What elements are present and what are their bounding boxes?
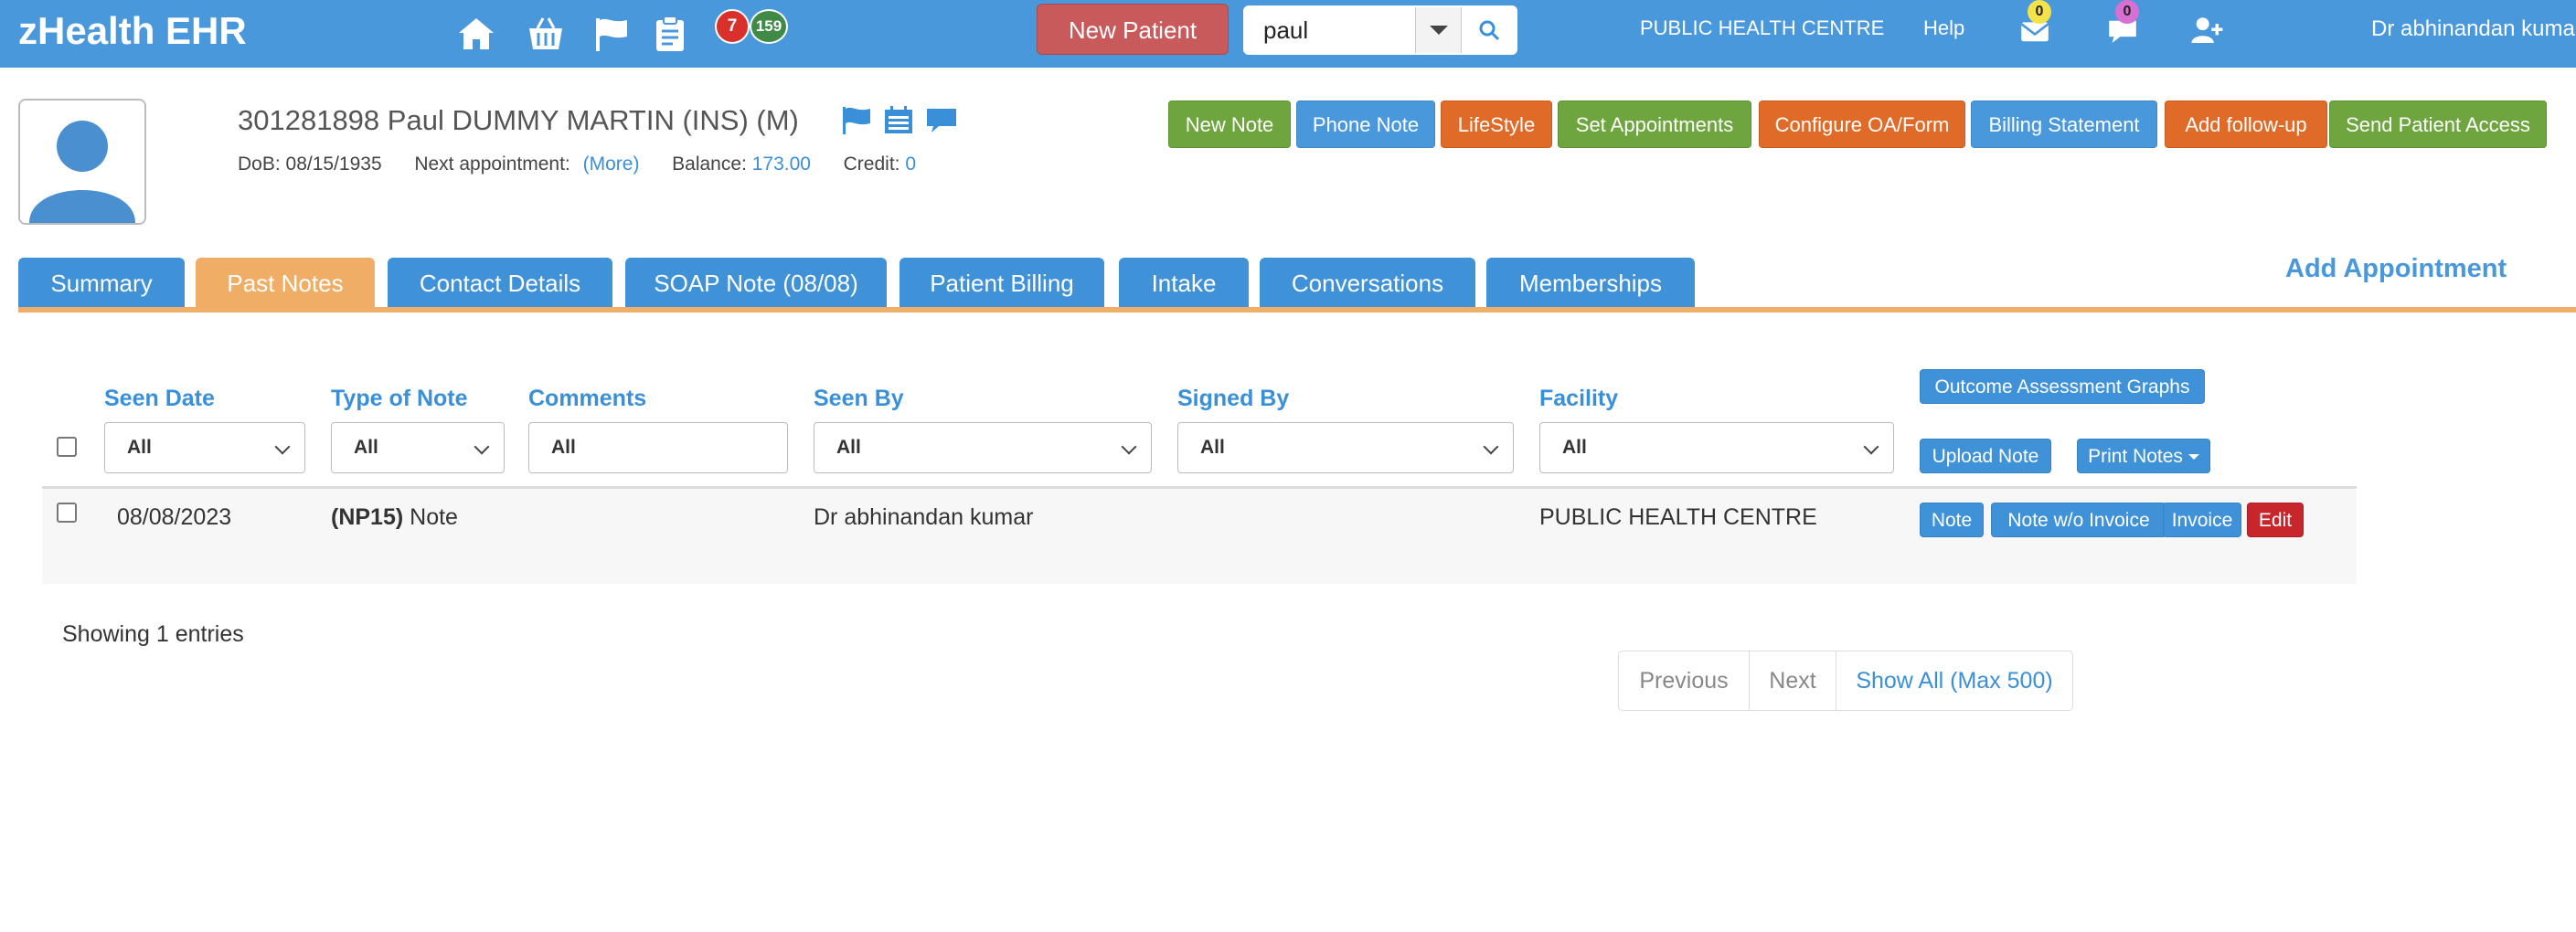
search-icon xyxy=(1479,20,1500,41)
upload-note-button[interactable]: Upload Note xyxy=(1920,439,2051,473)
seen-date-filter[interactable]: All xyxy=(104,422,305,473)
patient-avatar[interactable] xyxy=(18,99,146,225)
tab-memberships[interactable]: Memberships xyxy=(1486,258,1695,307)
balance-value[interactable]: 173.00 xyxy=(752,154,811,175)
add-follow-up-button[interactable]: Add follow-up xyxy=(2165,101,2327,148)
next-appointment-label: Next appointment: xyxy=(414,154,570,175)
billing-statement-button[interactable]: Billing Statement xyxy=(1971,101,2157,148)
patient-search xyxy=(1243,5,1517,55)
tab-underline xyxy=(18,307,2576,312)
search-options-dropdown[interactable] xyxy=(1415,7,1461,53)
app-brand[interactable]: zHealth EHR xyxy=(18,9,247,53)
help-link[interactable]: Help xyxy=(1923,16,1964,40)
add-appointment-link[interactable]: Add Appointment xyxy=(2285,254,2507,284)
column-signed-by[interactable]: Signed By xyxy=(1177,386,1289,412)
dob-value: 08/15/1935 xyxy=(285,154,382,175)
signed-by-filter[interactable]: All xyxy=(1177,422,1514,473)
facility-label[interactable]: PUBLIC HEALTH CENTRE xyxy=(1640,16,1884,40)
caret-down-icon xyxy=(2187,454,2199,461)
patient-flag-icons xyxy=(839,104,963,137)
tab-contact-details[interactable]: Contact Details xyxy=(388,258,612,307)
search-input[interactable] xyxy=(1245,7,1415,53)
lifestyle-button[interactable]: LifeStyle xyxy=(1441,101,1552,148)
print-notes-dropdown[interactable]: Print Notes xyxy=(2077,439,2210,473)
facility-filter[interactable]: All xyxy=(1539,422,1894,473)
note-type: Note xyxy=(410,504,458,530)
chat-count-badge[interactable]: 0 xyxy=(2115,0,2139,24)
basket-icon[interactable] xyxy=(525,13,567,55)
tab-soap-note[interactable]: SOAP Note (08/08) xyxy=(625,258,887,307)
flags-count-badge[interactable]: 7 xyxy=(715,9,750,44)
column-seen-date[interactable]: Seen Date xyxy=(104,386,215,412)
select-all-checkbox[interactable] xyxy=(57,437,77,457)
row-seen-by: Dr abhinandan kumar xyxy=(814,504,1034,530)
user-plus-icon[interactable] xyxy=(2188,13,2225,49)
tasks-count-badge[interactable]: 159 xyxy=(750,9,788,44)
credit-value[interactable]: 0 xyxy=(905,154,916,175)
row-checkbox[interactable] xyxy=(57,503,77,523)
print-notes-label: Print Notes xyxy=(2088,446,2183,467)
search-button[interactable] xyxy=(1461,7,1516,53)
invoice-button[interactable]: Invoice xyxy=(2163,503,2241,537)
tab-patient-billing[interactable]: Patient Billing xyxy=(899,258,1104,307)
comments-filter[interactable]: All xyxy=(528,422,788,473)
note-code: (NP15) xyxy=(331,504,404,530)
tab-summary[interactable]: Summary xyxy=(18,258,185,307)
tab-past-notes[interactable]: Past Notes xyxy=(196,258,375,307)
edit-button[interactable]: Edit xyxy=(2247,503,2304,537)
seen-by-filter[interactable]: All xyxy=(814,422,1152,473)
top-navbar: zHealth EHR 7 159 New Patient PUBLIC HEA… xyxy=(0,0,2576,68)
comment-icon[interactable] xyxy=(924,104,959,137)
mail-count-badge[interactable]: 0 xyxy=(2028,0,2051,24)
set-appointments-button[interactable]: Set Appointments xyxy=(1558,101,1751,148)
outcome-assessment-graphs-button[interactable]: Outcome Assessment Graphs xyxy=(1920,369,2205,404)
new-patient-button[interactable]: New Patient xyxy=(1037,4,1229,55)
show-all-button[interactable]: Show All (Max 500) xyxy=(1836,651,2072,710)
new-note-button[interactable]: New Note xyxy=(1168,101,1291,148)
type-of-note-filter[interactable]: All xyxy=(331,422,505,473)
note-button[interactable]: Note xyxy=(1920,503,1984,537)
flag-icon[interactable] xyxy=(591,13,633,55)
dob-label: DoB: xyxy=(238,154,281,175)
configure-oa-form-button[interactable]: Configure OA/Form xyxy=(1759,101,1965,148)
column-comments[interactable]: Comments xyxy=(528,386,646,412)
tab-intake[interactable]: Intake xyxy=(1119,258,1249,307)
pagination: Previous Next Show All (Max 500) xyxy=(1618,651,2073,711)
column-type-of-note[interactable]: Type of Note xyxy=(331,386,468,412)
clipboard-icon[interactable] xyxy=(649,13,691,55)
home-icon[interactable] xyxy=(455,13,497,55)
phone-note-button[interactable]: Phone Note xyxy=(1296,101,1435,148)
send-patient-access-button[interactable]: Send Patient Access xyxy=(2329,101,2547,148)
previous-page-button[interactable]: Previous xyxy=(1619,651,1749,710)
patient-title: 301281898 Paul DUMMY MARTIN (INS) (M) xyxy=(238,104,799,136)
flag-icon[interactable] xyxy=(839,104,874,137)
more-link[interactable]: (More) xyxy=(583,154,640,175)
tab-conversations[interactable]: Conversations xyxy=(1260,258,1475,307)
note-without-invoice-button[interactable]: Note w/o Invoice xyxy=(1991,503,2166,537)
calendar-icon[interactable] xyxy=(881,104,916,137)
row-type-of-note: (NP15) Note xyxy=(331,504,458,531)
next-page-button[interactable]: Next xyxy=(1750,651,1836,710)
credit-label: Credit: xyxy=(843,154,900,175)
row-seen-date: 08/08/2023 xyxy=(117,504,232,530)
balance-label: Balance: xyxy=(672,154,747,175)
column-facility[interactable]: Facility xyxy=(1539,386,1618,412)
row-facility: PUBLIC HEALTH CENTRE xyxy=(1539,504,1817,530)
current-user-menu[interactable]: Dr abhinandan kumar xyxy=(2371,16,2576,42)
entries-count: Showing 1 entries xyxy=(62,621,244,647)
patient-meta: DoB: 08/15/1935 Next appointment: (More)… xyxy=(238,154,916,175)
column-seen-by[interactable]: Seen By xyxy=(814,386,904,412)
